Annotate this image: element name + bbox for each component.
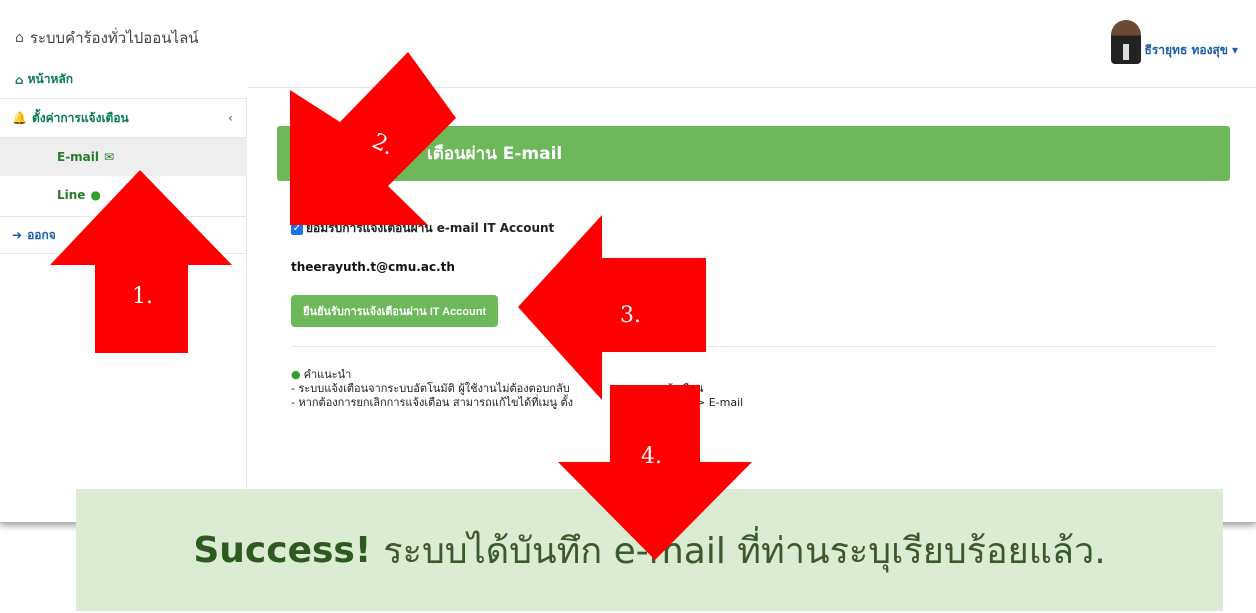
caret-down-icon: ▾ <box>1231 43 1238 57</box>
top-navbar: ⌂ ระบบคำร้องทั่วไปออนไลน์ ⌂ หน้าหลัก ธีร… <box>0 0 1256 87</box>
consent-label: ยอมรับการแจ้งเตือนผ่าน e-mail IT Account <box>306 221 555 235</box>
sidebar-item-label: E-mail <box>57 150 100 164</box>
sign-out-icon: ➜ <box>12 228 23 242</box>
success-banner: Success! ระบบได้บันทึก e-mail ที่ท่านระบ… <box>76 489 1223 611</box>
chevron-left-icon: ‹ <box>228 111 233 125</box>
tip-line-1: - ระบบแจ้งเตือนจากระบบอัตโนมัติ ผู้ใช้งา… <box>291 382 743 396</box>
tip-text: - ระบบแจ้งเตือนจากระบบอัตโนมัติ ผู้ใช้งา… <box>291 382 570 395</box>
tip-text-tail: การแจ้งเตือน <box>640 382 704 395</box>
panel-title: เตือนผ่าน E-mail <box>427 144 563 164</box>
user-name: ธีรายุทธ ทองสุข <box>1144 42 1228 57</box>
user-menu[interactable]: ธีรายุทธ ทองสุข ▾ <box>1110 20 1238 72</box>
browser-window: ⌂ ระบบคำร้องทั่วไปออนไลน์ ⌂ หน้าหลัก ธีร… <box>0 0 1256 523</box>
home-link[interactable]: ⌂ หน้าหลัก <box>15 70 73 89</box>
sidebar-item-line[interactable]: Line ● <box>0 176 247 214</box>
brand-title: ระบบคำร้องทั่วไปออนไลน์ <box>29 29 199 47</box>
speech-bubble-icon: ● <box>291 368 301 381</box>
bell-icon: 🔔 <box>12 111 27 125</box>
confirm-button[interactable]: ยืนยันรับการแจ้งเตือนผ่าน IT Account <box>291 295 499 327</box>
tutorial-screenshot: ⌂ ระบบคำร้องทั่วไปออนไลน์ ⌂ หน้าหลัก ธีร… <box>0 0 1256 613</box>
sidebar-item-notification-settings[interactable]: 🔔 ตั้งค่าการแจ้งเตือน ‹ <box>0 98 247 138</box>
sidebar-item-email[interactable]: E-mail ✉ <box>0 138 247 176</box>
divider <box>291 346 1216 347</box>
consent-checkbox-row[interactable]: ✓ ยอมรับการแจ้งเตือนผ่าน e-mail IT Accou… <box>291 219 554 238</box>
envelope-icon: ✉ <box>104 150 115 164</box>
panel-heading: เตือนผ่าน E-mail <box>277 126 1230 181</box>
success-word: Success! <box>193 529 372 571</box>
consent-checkbox[interactable]: ✓ <box>291 222 303 235</box>
sidebar-item-label: Line <box>57 188 86 202</box>
home-link-label: หน้าหลัก <box>27 72 73 86</box>
avatar <box>1110 20 1141 64</box>
speech-bubble-icon: ● <box>90 188 101 202</box>
tips-title: คำแนะนำ <box>303 368 352 381</box>
tips-heading: ● คำแนะนำ <box>291 368 743 382</box>
sidebar-item-logout[interactable]: ➜ ออกจ <box>0 216 247 254</box>
tip-text-tail: -> E-mail <box>692 396 744 409</box>
sidebar-item-label: ตั้งค่าการแจ้งเตือน <box>31 110 129 125</box>
sidebar-item-label: ออกจ <box>27 227 56 242</box>
main-content: เตือนผ่าน E-mail ✓ ยอมรับการแจ้งเตือนผ่า… <box>248 87 1256 522</box>
home-icon: ⌂ <box>15 72 24 87</box>
tip-line-2: - หากต้องการยกเลิกการแจ้งเตือน สามารถแก้… <box>291 396 743 410</box>
success-message: ระบบได้บันทึก e-mail ที่ท่านระบุเรียบร้อ… <box>383 530 1106 572</box>
sidebar: 🔔 ตั้งค่าการแจ้งเตือน ‹ E-mail ✉ Line ● … <box>0 98 247 522</box>
brand[interactable]: ⌂ ระบบคำร้องทั่วไปออนไลน์ <box>15 26 199 50</box>
tips-section: ● คำแนะนำ - ระบบแจ้งเตือนจากระบบอัตโนมัต… <box>291 368 743 410</box>
tip-text: - หากต้องการยกเลิกการแจ้งเตือน สามารถแก้… <box>291 396 574 409</box>
email-address: theerayuth.t@cmu.ac.th <box>291 260 455 274</box>
home-icon: ⌂ <box>15 30 24 46</box>
